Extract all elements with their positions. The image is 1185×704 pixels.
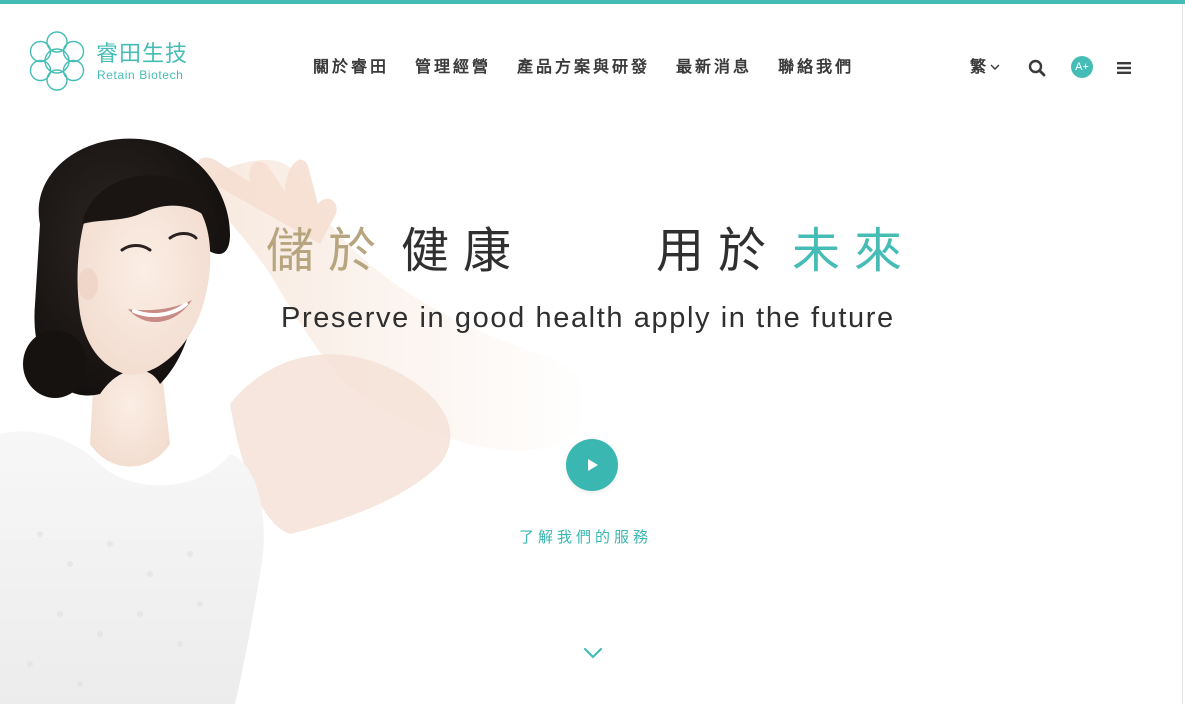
- nav-item-about[interactable]: 關於睿田: [313, 54, 389, 80]
- tagline-cn-part3: 用於: [656, 223, 781, 279]
- hero-image: [0, 138, 588, 704]
- tagline-cn-part1: 儲於: [266, 223, 391, 279]
- brand-name-cn: 睿田生技: [96, 42, 189, 67]
- main-nav: 關於睿田 管理經營 產品方案與研發 最新消息 聯絡我們: [313, 54, 854, 80]
- services-link[interactable]: 了解我們的服務: [519, 526, 652, 547]
- page: 睿田生技 Retain Biotech 關於睿田 管理經營 產品方案與研發 最新…: [0, 0, 1185, 704]
- nav-item-products[interactable]: 產品方案與研發: [517, 54, 650, 80]
- play-video-button[interactable]: [566, 439, 618, 491]
- language-selector[interactable]: 繁: [970, 55, 1001, 79]
- language-label: 繁: [970, 57, 987, 76]
- chevron-down-icon: [583, 647, 603, 659]
- search-button[interactable]: [1027, 58, 1047, 78]
- nav-item-contact[interactable]: 聯絡我們: [778, 54, 854, 80]
- font-size-button[interactable]: A+: [1071, 56, 1093, 78]
- chevron-down-icon: [990, 64, 1000, 70]
- scroll-down-button[interactable]: [583, 645, 603, 659]
- hero-tagline-cn: 儲於 健康 用於 未來: [0, 221, 1185, 281]
- menu-button[interactable]: [1116, 60, 1132, 76]
- nav-item-news[interactable]: 最新消息: [676, 54, 752, 80]
- hamburger-menu-icon: [1117, 62, 1131, 74]
- hero-tagline-en: Preserve in good health apply in the fut…: [281, 302, 895, 334]
- brand-name-en: Retain Biotech: [97, 68, 184, 82]
- search-icon: [1028, 59, 1046, 77]
- brand-logo[interactable]: 睿田生技 Retain Biotech: [24, 28, 199, 94]
- tagline-cn-part4: 未來: [792, 223, 917, 279]
- logo-mark-icon: [29, 31, 85, 91]
- play-icon: [588, 459, 598, 471]
- tagline-cn-part2: 健康: [401, 223, 526, 279]
- nav-item-management[interactable]: 管理經營: [415, 54, 491, 80]
- site-header: 睿田生技 Retain Biotech 關於睿田 管理經營 產品方案與研發 最新…: [0, 4, 1185, 116]
